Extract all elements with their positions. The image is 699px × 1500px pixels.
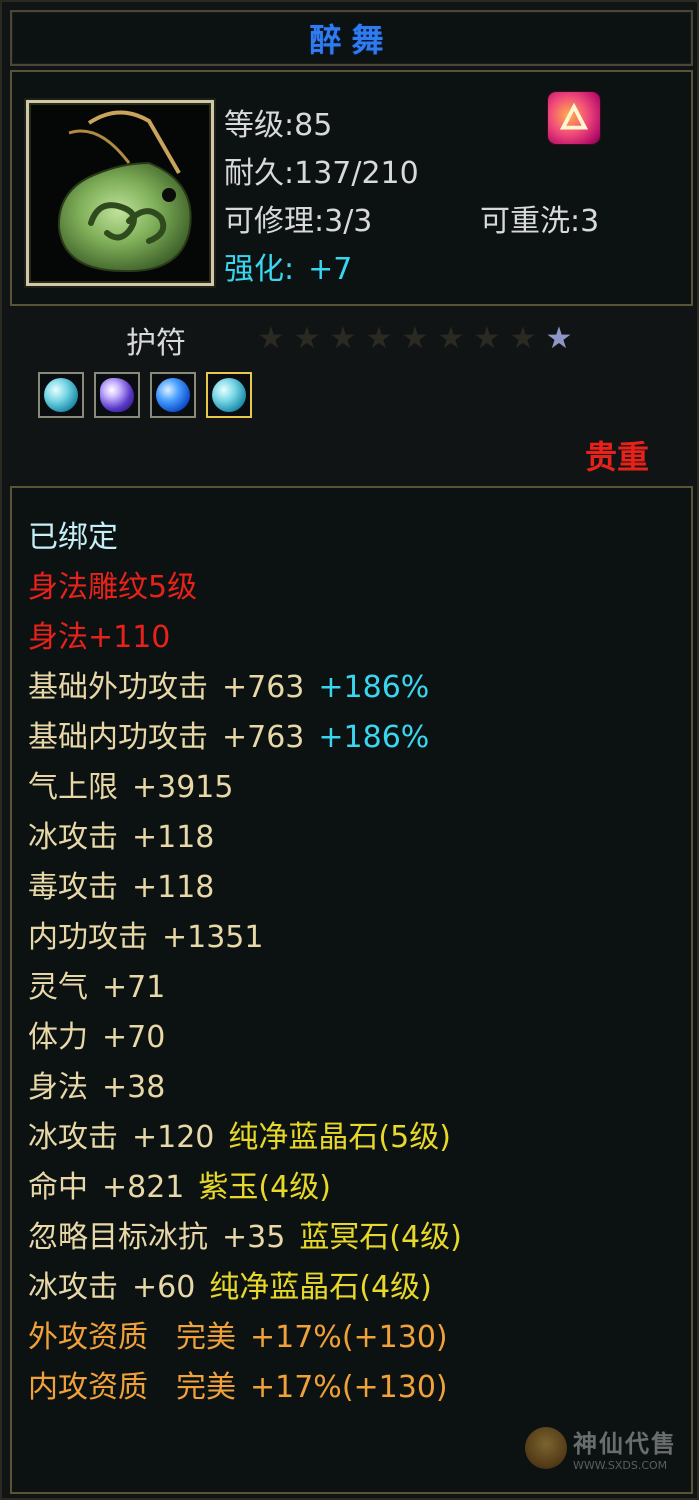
attr-value: +3915 [132,770,234,805]
attr-label: 基础外功攻击 [28,670,208,705]
star-icon: ★ [365,321,393,356]
attr-label: 毒攻击 [28,870,118,905]
item-tooltip: 醉舞 等级:85 耐久:137/210 可修理:3/3 可重洗:3 强化: +7… [0,0,699,1500]
attr-label: 冰攻击 [28,1120,118,1155]
attr-value: +71 [102,970,166,1005]
enhance-label: 强化: [224,252,295,287]
attr-value: +763 [222,670,305,705]
attr-label: 内功攻击 [28,920,148,955]
item-header: 等级:85 耐久:137/210 可修理:3/3 可重洗:3 强化: +7 🜂 [10,70,693,306]
attributes-panel: 已绑定 身法雕纹5级 身法+110 基础外功攻击 +763 +186% 基础内功攻击… [10,486,693,1494]
quality-row: 外攻资质 完美 +17%(+130) [28,1318,448,1358]
attr-value: +70 [102,1020,166,1055]
attr-label: 命中 [28,1170,88,1205]
attr-row: 冰攻击 +118 [28,818,214,858]
watermark-title: 神仙代售 [573,1430,677,1458]
quality-row: 内攻资质 完美 +17%(+130) [28,1368,448,1408]
attr-label: 体力 [28,1020,88,1055]
star-icon: ★ [509,321,537,356]
attr-row: 体力 +70 [28,1018,165,1058]
attr-label: 身法 [28,1070,88,1105]
gem-slots [38,372,252,418]
ext-attack-row: 基础外功攻击 +763 +186% [28,668,429,708]
star-icon: ★ [437,321,465,356]
enhance-row: 强化: +7 [224,244,352,288]
attr-value: +821 [102,1170,185,1205]
attr-label: 气上限 [28,770,118,805]
attr-value: +120 [132,1120,215,1155]
blue-gem-icon [156,378,190,412]
enhance-value: +7 [308,252,353,287]
watermark: 神仙代售 WWW.SXDS.COM [525,1424,677,1472]
attr-row: 内功攻击 +1351 [28,918,263,958]
gem-slot[interactable] [94,372,140,418]
quality-label: 外攻资质 [28,1320,148,1355]
attr-label: 冰攻击 [28,820,118,855]
carve-text: 身法雕纹5级 [28,570,198,605]
attr-value: +118 [132,870,215,905]
quality-grade: 完美 [176,1370,236,1405]
star-rating: ★ ★ ★ ★ ★ ★ ★ ★ ★ [256,324,574,354]
attr-value: +38 [102,1070,166,1105]
int-attack-row: 基础内功攻击 +763 +186% [28,718,429,758]
gem-attr-row: 冰攻击 +120 纯净蓝晶石(5级) [28,1118,451,1158]
attr-value: +60 [132,1270,196,1305]
quality-value: +17%(+130) [250,1320,448,1355]
star-icon: ★ [257,321,285,356]
quality-value: +17%(+130) [250,1370,448,1405]
aqua-gem-icon [212,378,246,412]
star-icon: ★ [329,321,357,356]
attr-row: 身法 +38 [28,1068,165,1108]
gem-slot[interactable] [150,372,196,418]
attr-percent: +186% [318,720,430,755]
gem-name: 紫玉(4级) [198,1170,331,1205]
attr-label: 灵气 [28,970,88,1005]
gem-slot[interactable] [206,372,252,418]
item-name: 醉舞 [309,21,394,59]
flame-icon: 🜂 [548,92,600,144]
gem-name: 纯净蓝晶石(5级) [228,1120,451,1155]
attr-value: +763 [222,720,305,755]
attr-value: +118 [132,820,215,855]
attr-row: 气上限 +3915 [28,768,233,808]
gem-name: 蓝冥石(4级) [299,1220,462,1255]
attr-label: 冰攻击 [28,1270,118,1305]
gem-attr-row: 命中 +821 紫玉(4级) [28,1168,331,1208]
rewash-text: 可重洗:3 [480,204,600,239]
quality-label: 内攻资质 [28,1370,148,1405]
attr-label: 基础内功攻击 [28,720,208,755]
amulet-icon [26,100,214,286]
purple-gem-icon [100,378,134,412]
attr-row: 毒攻击 +118 [28,868,214,908]
attr-value: +35 [222,1220,286,1255]
star-icon: ★ [545,321,573,356]
durability-text: 耐久:137/210 [224,156,419,191]
attr-row: 灵气 +71 [28,968,165,1008]
gem-slot[interactable] [38,372,84,418]
carve-bonus: 身法+110 [28,620,171,655]
aqua-gem-icon [44,378,78,412]
gem-attr-row: 冰攻击 +60 纯净蓝晶石(4级) [28,1268,432,1308]
star-icon: ★ [473,321,501,356]
title-bar: 醉舞 [10,10,693,66]
attr-percent: +186% [318,670,430,705]
attr-value: +1351 [162,920,264,955]
rarity-label: 贵重 [584,438,649,476]
watermark-url: WWW.SXDS.COM [573,1459,668,1472]
level-text: 等级:85 [224,108,333,143]
star-icon: ★ [401,321,429,356]
quality-grade: 完美 [176,1320,236,1355]
bound-status: 已绑定 [28,520,118,555]
gem-attr-row: 忽略目标冰抗 +35 蓝冥石(4级) [28,1218,462,1258]
attr-label: 忽略目标冰抗 [28,1220,208,1255]
repair-text: 可修理:3/3 [224,204,373,239]
mascot-logo-icon [525,1427,567,1469]
item-type: 护符 [126,326,186,361]
star-icon: ★ [293,321,321,356]
gem-name: 纯净蓝晶石(4级) [209,1270,432,1305]
